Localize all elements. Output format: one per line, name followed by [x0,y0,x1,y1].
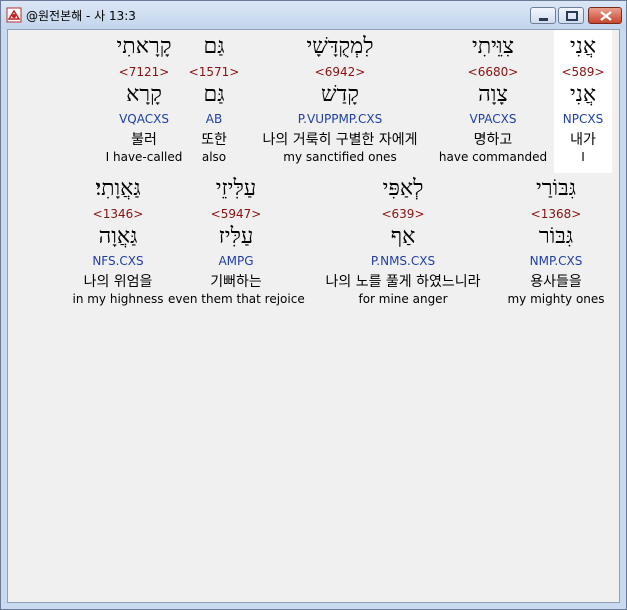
korean-gloss: 불러 [131,132,157,148]
word-column[interactable]: קָרָאתִי <7121> קָרָא VQACXS 불러 I have-c… [104,30,184,173]
close-button[interactable] [588,7,622,24]
hebrew-word: אֲנִי [569,34,597,59]
english-gloss: my sanctified ones [283,150,397,164]
korean-gloss: 내가 [570,132,596,148]
lemma: צָוָה [478,82,508,107]
hebrew-word: גִּבּוֹרַי [535,176,577,201]
english-gloss: also [201,150,227,164]
word-column[interactable]: גַּם <1571> גַּם AB 또한 also [186,30,242,173]
word-column[interactable]: גַּאֲוָתִי׃ <1346> גַּאֲוָה NFS.CXS 나의 위… [70,176,166,310]
strong-number[interactable]: <1571> [186,65,242,79]
morphology-code[interactable]: P.NMS.CXS [308,254,498,268]
morphology-code[interactable]: P.VUPPMP.CXS [246,112,434,126]
word-column[interactable]: לְאַפִּי <639> אַף P.NMS.CXS 나의 노를 풀게 하였… [308,176,498,310]
strong-number[interactable]: <6942> [246,65,434,79]
minimize-button[interactable] [530,7,556,24]
hebrew-word: גַּאֲוָתִי׃ [95,176,141,201]
morphology-code[interactable]: VPACXS [438,112,548,126]
word-column[interactable]: אֲנִי <589> אֲנִי NPCXS 내가 I [554,30,612,173]
lemma: אַף [390,224,416,249]
hebrew-word: צִוֵּיתִי [471,34,515,59]
strong-number[interactable]: <589> [554,65,612,79]
word-column[interactable]: צִוֵּיתִי <6680> צָוָה VPACXS 명하고 have c… [438,30,548,173]
strong-number[interactable]: <5947> [168,207,304,221]
korean-gloss: 또한 [201,132,227,148]
lemma: קָדַשׁ [321,82,359,107]
minimize-icon [539,18,548,21]
hebrew-word: עַלִּיזֵי [215,176,257,201]
lemma: גַּאֲוָה [98,224,138,249]
korean-gloss: 나의 위엄을 [83,274,153,290]
strong-number[interactable]: <1346> [70,207,166,221]
maximize-icon [566,11,578,21]
morphology-code[interactable]: NMP.CXS [502,254,610,268]
strong-number[interactable]: <6680> [438,65,548,79]
english-gloss: have commanded [438,150,548,164]
lemma: עַלִּיז [218,224,254,249]
korean-gloss: 명하고 [473,132,513,148]
english-gloss: my mighty ones [507,292,605,306]
lemma: קָרָא [126,82,162,107]
hebrew-word: קָרָאתִי [116,34,172,59]
app-window: @원전본해 - 사 13:3 אֲנִי <589> אֲנִי NPCXS 내… [0,0,627,610]
english-gloss: in my highness [72,292,164,306]
morphology-code[interactable]: AB [186,112,242,126]
lemma: אֲנִי [569,82,597,107]
english-gloss: I have-called [105,150,183,164]
app-icon [6,7,22,23]
word-column[interactable]: עַלִּיזֵי <5947> עַלִּיז AMPG 기뻐하는 even … [168,176,305,310]
morphology-code[interactable]: AMPG [168,254,304,268]
english-gloss: I [581,150,585,164]
morphology-code[interactable]: NPCXS [554,112,612,126]
english-gloss: even them that rejoice [168,292,305,306]
lemma: גַּם [203,82,225,107]
korean-gloss: 나의 노를 풀게 하였느니라 [325,274,481,290]
korean-gloss: 기뻐하는 [210,274,262,290]
korean-gloss: 용사들을 [530,274,582,290]
maximize-button[interactable] [558,7,584,24]
window-title: @원전본해 - 사 13:3 [26,9,136,23]
strong-number[interactable]: <1368> [502,207,610,221]
title-bar[interactable]: @원전본해 - 사 13:3 [1,1,626,29]
morphology-code[interactable]: VQACXS [104,112,184,126]
word-column[interactable]: לִמְקֻדָּשָׁי <6942> קָדַשׁ P.VUPPMP.CXS… [246,30,434,173]
hebrew-word: לְאַפִּי [382,176,424,201]
lemma: גִּבּוֹר [538,224,574,249]
close-icon [600,11,612,21]
strong-number[interactable]: <7121> [104,65,184,79]
strong-number[interactable]: <639> [308,207,498,221]
morphology-code[interactable]: NFS.CXS [70,254,166,268]
hebrew-word: גַּם [203,34,225,59]
interlinear-view: אֲנִי <589> אֲנִי NPCXS 내가 I צִוֵּיתִי <… [7,29,620,603]
english-gloss: for mine anger [358,292,448,306]
korean-gloss: 나의 거룩히 구별한 자에게 [262,132,418,148]
word-column[interactable]: גִּבּוֹרַי <1368> גִּבּוֹר NMP.CXS 용사들을 … [502,176,610,310]
hebrew-word: לִמְקֻדָּשָׁי [306,34,374,59]
